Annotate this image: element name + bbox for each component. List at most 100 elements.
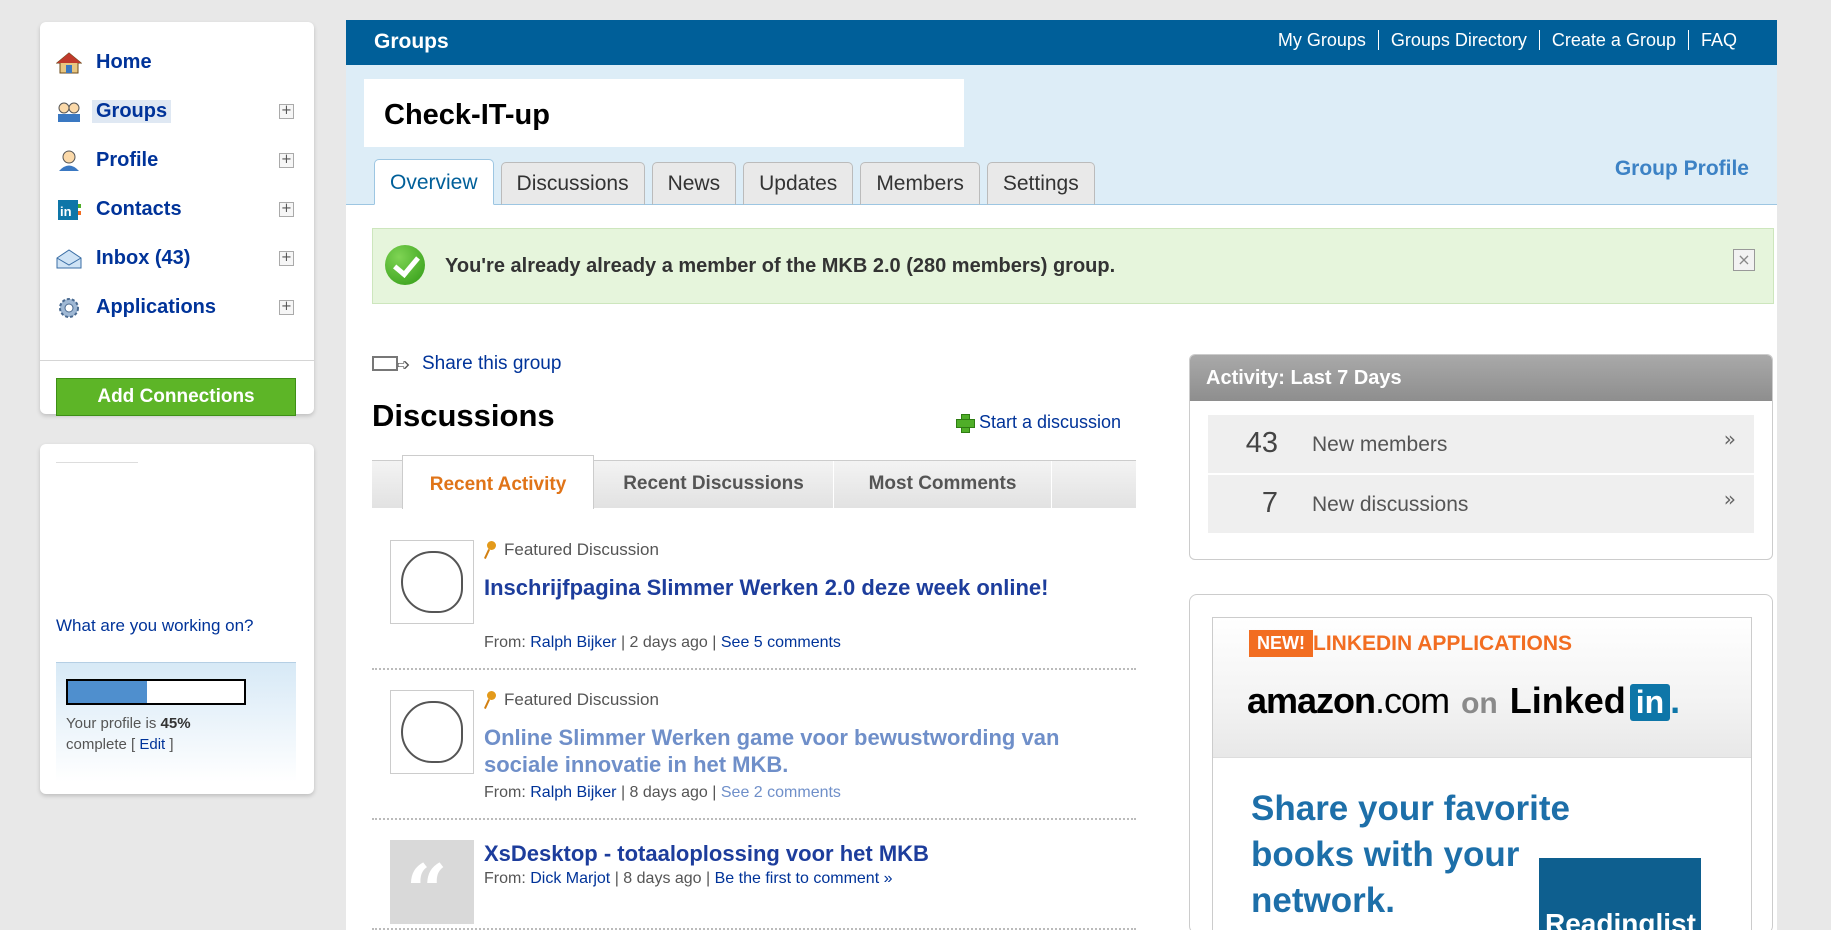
- reading-list-label: Readinglist: [1545, 908, 1696, 930]
- start-discussion-link[interactable]: Start a discussion: [956, 412, 1121, 433]
- tab-discussions[interactable]: Discussions: [500, 162, 645, 205]
- sidebar-item-groups[interactable]: Groups +: [56, 87, 300, 136]
- expand-profile-button[interactable]: +: [279, 153, 294, 168]
- tab-news[interactable]: News: [651, 162, 737, 205]
- membership-notice: You're already already a member of the M…: [372, 228, 1774, 304]
- tab-overview[interactable]: Overview: [374, 159, 494, 205]
- comments-link[interactable]: See 2 comments: [721, 784, 841, 801]
- profile-text-suffix: complete [: [66, 736, 136, 753]
- comments-link[interactable]: See 5 comments: [721, 634, 841, 651]
- my-groups-link[interactable]: My Groups: [1266, 30, 1378, 50]
- tab-recent-activity[interactable]: Recent Activity: [402, 455, 594, 509]
- amazon-logo: amazon.com: [1247, 680, 1450, 721]
- applications-icon: [56, 297, 82, 319]
- list-item: “ XsDesktop - totaaloplossing voor het M…: [372, 820, 1136, 930]
- sidebar-item-label: Profile: [96, 149, 159, 171]
- featured-label: Featured Discussion: [504, 540, 659, 559]
- tab-members[interactable]: Members: [860, 162, 980, 205]
- sidebar-item-applications[interactable]: Applications +: [56, 283, 300, 332]
- ad-header: NEW! LINKEDIN APPLICATIONS amazon.com on…: [1213, 618, 1751, 758]
- quote-avatar-icon[interactable]: “: [390, 840, 474, 930]
- share-group-link[interactable]: ➩ Share this group: [372, 353, 561, 375]
- activity-row-members[interactable]: 43 New members »: [1208, 415, 1754, 473]
- notice-text: You're already already a member of the M…: [445, 255, 1116, 277]
- activity-label: New discussions: [1312, 493, 1469, 516]
- post-time: 8 days ago: [623, 870, 702, 887]
- author-link[interactable]: Ralph Bijker: [530, 634, 616, 651]
- tab-settings[interactable]: Settings: [986, 162, 1095, 205]
- discussion-title-link[interactable]: Inschrijfpagina Slimmer Werken 2.0 deze …: [484, 574, 1134, 601]
- activity-panel: Activity: Last 7 Days 43 New members » 7…: [1189, 354, 1773, 560]
- featured-badge: Featured Discussion: [484, 690, 659, 710]
- activity-title: Activity: Last 7 Days: [1190, 355, 1772, 401]
- sidebar-item-profile[interactable]: Profile +: [56, 136, 300, 185]
- expand-contacts-button[interactable]: +: [279, 202, 294, 217]
- groups-directory-link[interactable]: Groups Directory: [1377, 30, 1539, 50]
- tab-updates[interactable]: Updates: [743, 162, 854, 205]
- pin-icon: [484, 691, 496, 709]
- chevron-right-icon: »: [1723, 427, 1736, 451]
- faq-link[interactable]: FAQ: [1687, 30, 1749, 50]
- from-label: From:: [484, 870, 526, 887]
- chevron-right-icon: »: [1723, 487, 1736, 511]
- groups-topbar: Groups My Groups Groups Directory Create…: [346, 20, 1777, 65]
- profile-progress-fill: [68, 681, 148, 703]
- author-link[interactable]: Ralph Bijker: [530, 784, 616, 801]
- expand-groups-button[interactable]: +: [279, 104, 294, 119]
- sidebar-item-home[interactable]: Home: [55, 38, 300, 87]
- main-content: Groups My Groups Groups Directory Create…: [346, 20, 1777, 930]
- amazon-linkedin-logo: amazon.com on Linked in.: [1247, 680, 1680, 722]
- list-item: Featured Discussion Inschrijfpagina Slim…: [372, 520, 1136, 670]
- reading-list-image: Readinglist: [1539, 858, 1701, 930]
- group-name-box: Check-IT-up: [364, 79, 964, 147]
- group-name: Check-IT-up: [384, 99, 550, 131]
- tab-recent-discussions[interactable]: Recent Discussions: [594, 461, 834, 509]
- group-profile-link[interactable]: Group Profile: [1615, 157, 1749, 181]
- author-avatar[interactable]: [390, 690, 474, 774]
- contacts-icon: in: [56, 199, 82, 221]
- profile-progress-bar: [66, 679, 246, 705]
- author-link[interactable]: Dick Marjot: [530, 870, 610, 887]
- svg-text:in: in: [60, 204, 72, 219]
- profile-panel-tab-line: [56, 462, 138, 463]
- close-icon[interactable]: ×: [1733, 249, 1755, 271]
- linkedin-logo: Linked in.: [1509, 680, 1681, 721]
- section-title: Groups: [374, 30, 449, 53]
- start-discussion-label: Start a discussion: [979, 412, 1122, 432]
- applications-ad[interactable]: NEW! LINKEDIN APPLICATIONS amazon.com on…: [1212, 617, 1752, 930]
- sidebar-item-contacts[interactable]: in Contacts +: [56, 185, 300, 234]
- sidebar-item-label: Contacts: [96, 198, 182, 220]
- success-check-icon: [385, 245, 425, 285]
- add-connections-button[interactable]: Add Connections: [56, 378, 296, 416]
- comments-link[interactable]: Be the first to comment »: [715, 870, 893, 887]
- expand-applications-button[interactable]: +: [279, 300, 294, 315]
- sidebar-item-label: Applications: [96, 296, 217, 318]
- profile-complete-text: Your profile is 45% complete [ Edit ]: [66, 713, 191, 755]
- expand-inbox-button[interactable]: +: [279, 251, 294, 266]
- sidebar-item-inbox[interactable]: Inbox (43) +: [56, 234, 300, 283]
- applications-ad-panel: NEW! LINKEDIN APPLICATIONS amazon.com on…: [1189, 594, 1773, 930]
- activity-count: 43: [1245, 427, 1278, 459]
- working-on-link[interactable]: What are you working on?: [56, 616, 254, 636]
- discussion-meta: From: Dick Marjot | 8 days ago | Be the …: [484, 870, 893, 887]
- groups-icon: [56, 101, 82, 123]
- discussion-tabs: Recent Activity Recent Discussions Most …: [372, 455, 1136, 509]
- discussions-heading: Discussions: [372, 398, 555, 433]
- featured-label: Featured Discussion: [504, 690, 659, 709]
- activity-count: 7: [1261, 487, 1278, 519]
- author-avatar[interactable]: [390, 540, 474, 624]
- sidebar-item-label: Home: [96, 51, 152, 73]
- discussion-title-link[interactable]: Online Slimmer Werken game voor bewustwo…: [484, 724, 1134, 778]
- activity-row-discussions[interactable]: 7 New discussions »: [1208, 475, 1754, 533]
- list-item: Featured Discussion Online Slimmer Werke…: [372, 670, 1136, 820]
- discussion-meta: From: Ralph Bijker | 8 days ago | See 2 …: [484, 784, 841, 801]
- discussion-title-link[interactable]: XsDesktop - totaaloplossing voor het MKB: [484, 840, 1134, 867]
- activity-label: New members: [1312, 433, 1448, 456]
- featured-badge: Featured Discussion: [484, 540, 659, 560]
- create-group-link[interactable]: Create a Group: [1538, 30, 1688, 50]
- tab-most-comments[interactable]: Most Comments: [834, 461, 1052, 509]
- group-header: Check-IT-up Overview Discussions News Up…: [346, 65, 1777, 205]
- profile-text-close: ]: [169, 736, 174, 753]
- sidebar-item-label: Groups: [92, 100, 172, 123]
- edit-profile-link[interactable]: Edit: [139, 736, 165, 753]
